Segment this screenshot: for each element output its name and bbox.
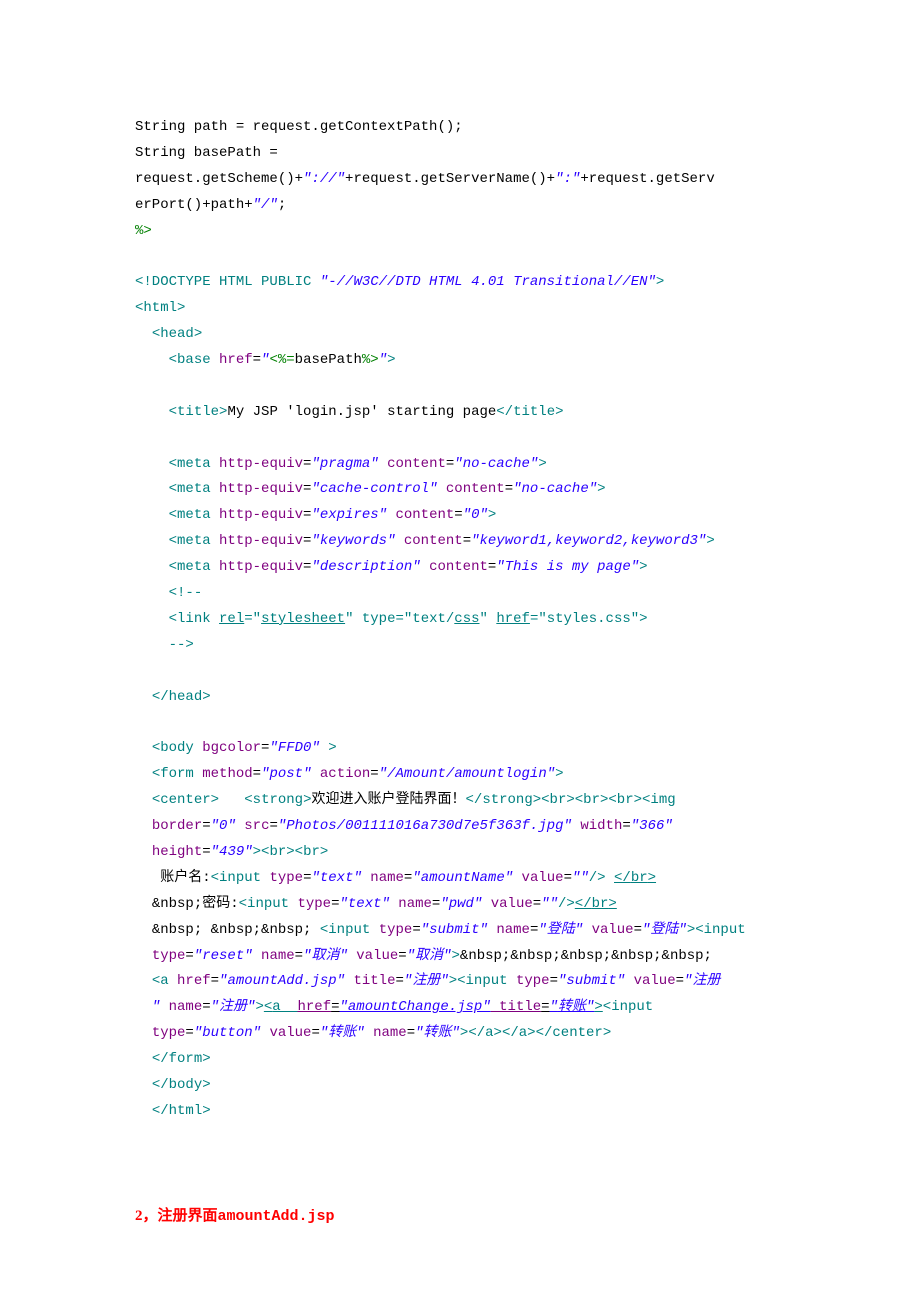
code-line: <base href="<%=basePath%>"> <box>135 348 785 374</box>
code-line: <meta http-equiv="pragma" content="no-ca… <box>135 452 785 478</box>
code-line: type="reset" name="取消" value="取消">&nbsp;… <box>135 944 785 970</box>
code-line: type="button" value="转账" name="转账"></a><… <box>135 1021 785 1047</box>
code-line: <body bgcolor="FFD0" > <box>135 736 785 762</box>
code-line: </head> <box>135 685 785 711</box>
code-line: <!DOCTYPE HTML PUBLIC "-//W3C//DTD HTML … <box>135 270 785 296</box>
code-line: </form> <box>135 1047 785 1073</box>
code-line: </html> <box>135 1099 785 1125</box>
section-heading: 2，注册界面amountAdd.jsp <box>135 1203 785 1231</box>
code-line: <html> <box>135 296 785 322</box>
code-line: <meta http-equiv="cache-control" content… <box>135 477 785 503</box>
code-line: &nbsp;密码:<input type="text" name="pwd" v… <box>135 892 785 918</box>
code-line: <a href="amountAdd.jsp" title="注册"><inpu… <box>135 969 785 995</box>
code-line: <meta http-equiv="description" content="… <box>135 555 785 581</box>
code-line: --> <box>135 633 785 659</box>
code-line: String basePath = <box>135 141 785 167</box>
code-line: <!-- <box>135 581 785 607</box>
code-line: <head> <box>135 322 785 348</box>
code-line: <meta http-equiv="keywords" content="key… <box>135 529 785 555</box>
code-line: String path = request.getContextPath(); <box>135 115 785 141</box>
code-line: <title>My JSP 'login.jsp' starting page<… <box>135 400 785 426</box>
code-line: </body> <box>135 1073 785 1099</box>
code-line: height="439"><br><br> <box>135 840 785 866</box>
code-line: &nbsp; &nbsp;&nbsp; <input type="submit"… <box>135 918 785 944</box>
code-line: request.getScheme()+"://"+request.getSer… <box>135 167 785 193</box>
code-line: border="0" src="Photos/001111016a730d7e5… <box>135 814 785 840</box>
code-line: <meta http-equiv="expires" content="0"> <box>135 503 785 529</box>
code-line: <link rel="stylesheet" type="text/css" h… <box>135 607 785 633</box>
code-line: %> <box>135 219 785 245</box>
code-line: erPort()+path+"/"; <box>135 193 785 219</box>
code-line: <center> <strong>欢迎进入账户登陆界面！</strong><br… <box>135 788 785 814</box>
code-line: " name="注册"><a href="amountChange.jsp" t… <box>135 995 785 1021</box>
code-line: <form method="post" action="/Amount/amou… <box>135 762 785 788</box>
code-line: 账户名:<input type="text" name="amountName"… <box>135 866 785 892</box>
